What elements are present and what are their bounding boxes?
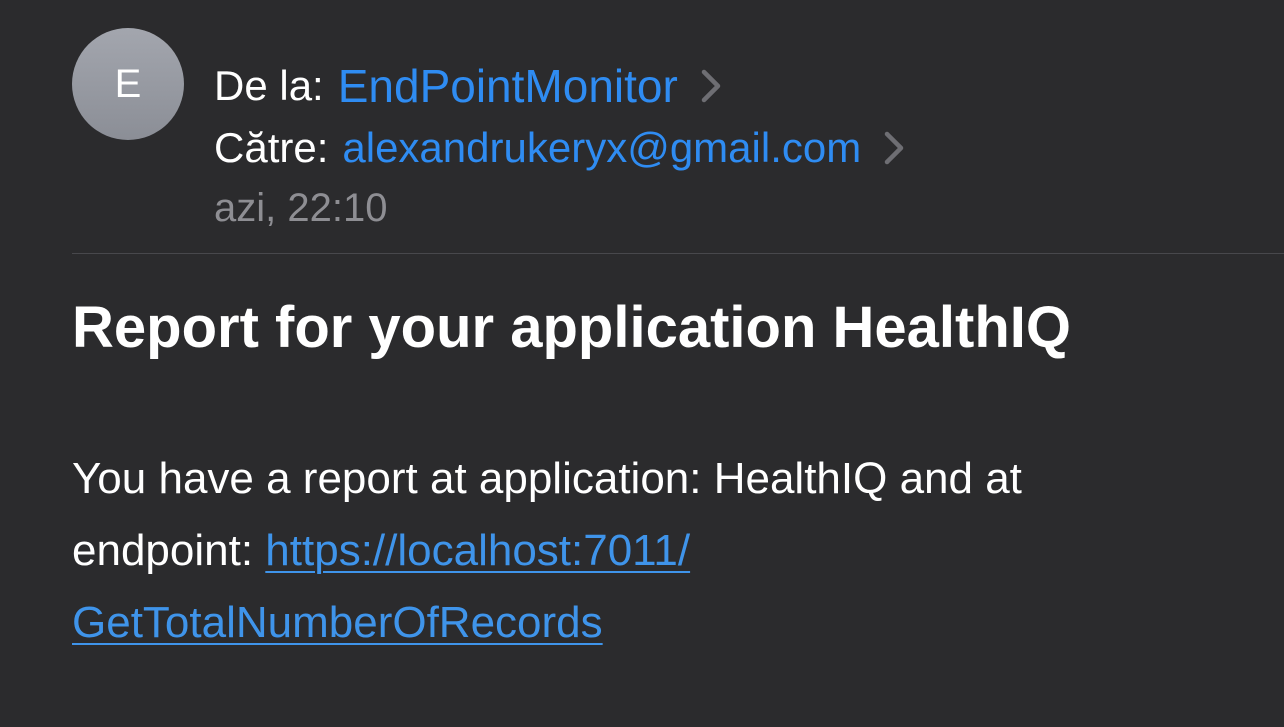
sender-avatar[interactable]: E xyxy=(72,28,184,140)
avatar-initial: E xyxy=(114,61,142,106)
email-subject: Report for your application HealthIQ xyxy=(72,295,1071,360)
endpoint-link-part2: GetTotalNumberOfRecords xyxy=(72,598,603,647)
from-label: De la: xyxy=(214,62,324,109)
timestamp-row: azi, 22:10 xyxy=(214,183,387,233)
sender-name[interactable]: EndPointMonitor xyxy=(338,59,678,113)
chevron-right-icon[interactable] xyxy=(879,128,907,168)
email-body: You have a report at application: Health… xyxy=(72,443,1202,659)
from-row[interactable]: De la: EndPointMonitor xyxy=(214,58,724,114)
timestamp: azi, 22:10 xyxy=(214,185,388,230)
chevron-right-icon[interactable] xyxy=(696,66,724,106)
endpoint-link-part1: https://localhost:7011/ xyxy=(265,526,691,575)
header-divider xyxy=(72,253,1284,254)
to-label: Către: xyxy=(214,124,329,171)
email-header: E De la: EndPointMonitor Către: alexandr… xyxy=(72,28,1284,230)
recipient-address[interactable]: alexandrukeryx@gmail.com xyxy=(342,124,861,172)
to-row[interactable]: Către: alexandrukeryx@gmail.com xyxy=(214,122,907,174)
